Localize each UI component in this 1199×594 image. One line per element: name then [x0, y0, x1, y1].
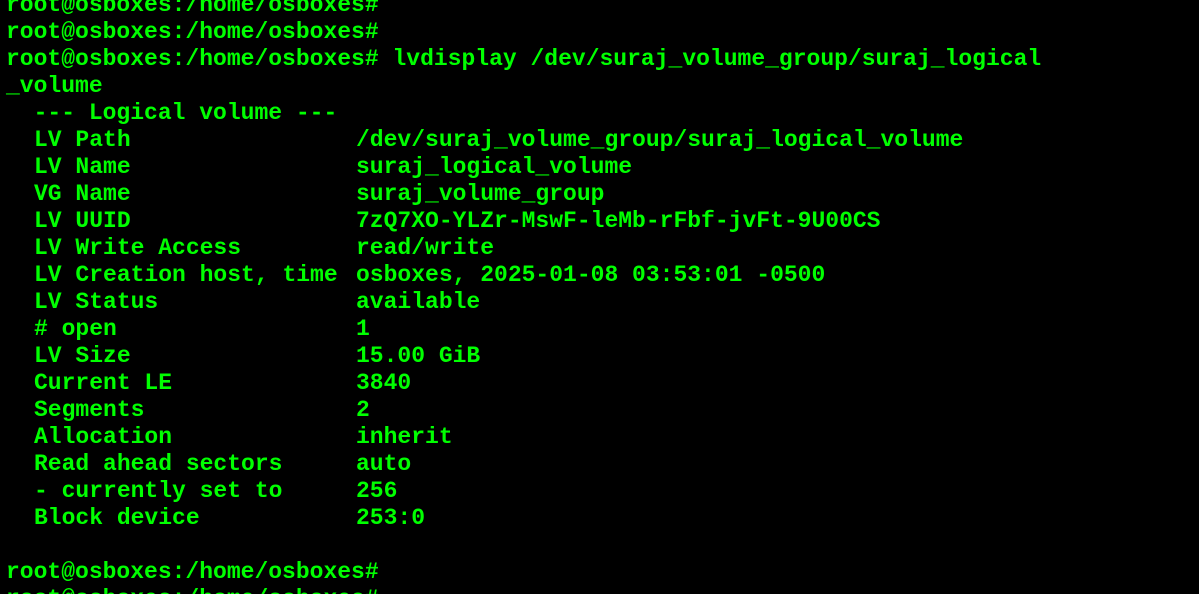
field-value: suraj_volume_group	[356, 181, 605, 207]
field-value: 15.00 GiB	[356, 343, 481, 369]
field-label: LV Size	[34, 343, 131, 369]
prompt: root@osboxes:/home/osboxes#	[6, 46, 379, 72]
command-line-wrap: _volume	[6, 73, 103, 99]
terminal-window[interactable]: root@osboxes:/home/osboxes# root@osboxes…	[0, 0, 1199, 594]
prompt-line: root@osboxes:/home/osboxes#	[6, 559, 379, 585]
field-value: auto	[356, 451, 412, 477]
field-label: LV Name	[34, 154, 131, 180]
field-label: Block device	[34, 505, 200, 531]
field-value: suraj_logical_volume	[356, 154, 633, 180]
field-label: VG Name	[34, 181, 131, 207]
field-row-segments: Segments 2	[34, 397, 370, 424]
field-label: - currently set to	[34, 478, 283, 504]
field-value: inherit	[356, 424, 453, 450]
field-value: available	[356, 289, 481, 315]
field-row-read-ahead: Read ahead sectors auto	[34, 451, 411, 478]
field-row-lv-name: LV Name suraj_logical_volume	[34, 154, 632, 181]
field-value: 3840	[356, 370, 412, 396]
field-row-lv-path: LV Path/dev/suraj_volume_group/suraj_log…	[34, 127, 963, 154]
field-value: 1	[356, 316, 370, 342]
field-row-currently-set: - currently set to 256	[34, 478, 397, 505]
field-label: LV Path	[34, 127, 131, 153]
field-label: Read ahead sectors	[34, 451, 283, 477]
field-row-lv-write-access: LV Write Access read/write	[34, 235, 494, 262]
field-row-block-device: Block device 253:0	[34, 505, 425, 532]
field-value: osboxes, 2025-01-08 03:53:01 -0500	[356, 262, 826, 288]
field-label: LV Creation host, time	[34, 262, 338, 288]
field-row-lv-creation: LV Creation host, time osboxes, 2025-01-0…	[34, 262, 825, 289]
field-label: LV UUID	[34, 208, 131, 234]
field-label: LV Write Access	[34, 235, 242, 261]
field-row-open: # open 1	[34, 316, 370, 343]
command-text: lvdisplay /dev/suraj_volume_group/suraj_…	[378, 46, 1042, 72]
field-value: 2	[356, 397, 370, 423]
field-row-vg-name: VG Name suraj_volume_group	[34, 181, 604, 208]
field-row-current-le: Current LE 3840	[34, 370, 411, 397]
field-label: LV Status	[34, 289, 159, 315]
field-value: 7zQ7XO-YLZr-MswF-leMb-rFbf-jvFt-9U00CS	[356, 208, 881, 234]
field-label: Allocation	[34, 424, 173, 450]
field-row-lv-uuid: LV UUID 7zQ7XO-YLZr-MswF-leMb-rFbf-jvFt-9…	[34, 208, 881, 235]
prompt-line: root@osboxes:/home/osboxes#	[6, 0, 379, 18]
field-value: /dev/suraj_volume_group/suraj_logical_vo…	[356, 127, 964, 153]
field-label: Current LE	[34, 370, 173, 396]
field-value: 253:0	[356, 505, 426, 531]
prompt-line: root@osboxes:/home/osboxes#	[6, 586, 379, 594]
prompt-line: root@osboxes:/home/osboxes#	[6, 19, 379, 45]
field-row-allocation: Allocation inherit	[34, 424, 453, 451]
field-value: read/write	[356, 235, 495, 261]
field-row-lv-status: LV Status available	[34, 289, 480, 316]
section-header: --- Logical volume ---	[6, 100, 338, 126]
command-line: root@osboxes:/home/osboxes# lvdisplay /d…	[6, 46, 1041, 73]
field-label: Segments	[34, 397, 145, 423]
field-row-lv-size: LV Size 15.00 GiB	[34, 343, 480, 370]
field-label: # open	[34, 316, 117, 342]
field-value: 256	[356, 478, 398, 504]
